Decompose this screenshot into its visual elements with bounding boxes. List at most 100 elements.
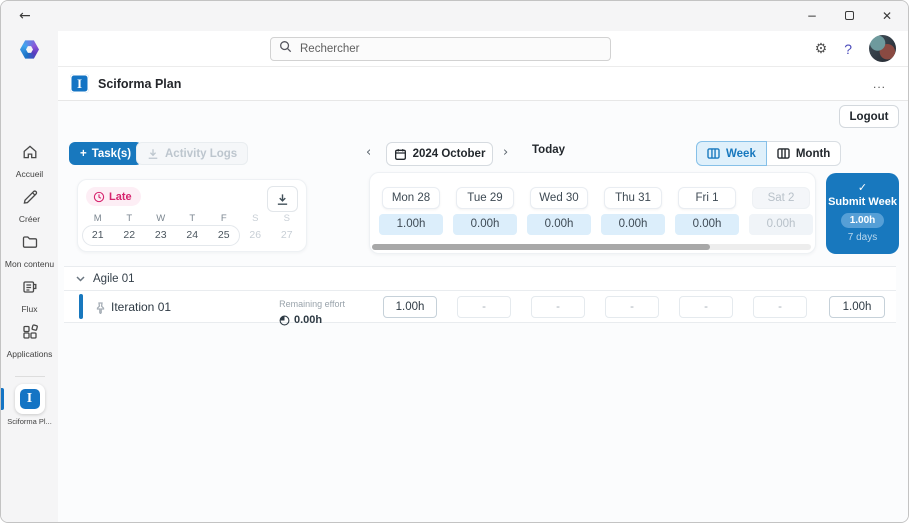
- plan-content: Logout + Task(s) Activity Logs ‹ 2024 Oc…: [58, 101, 908, 522]
- cal-date[interactable]: 26: [240, 229, 272, 241]
- period-picker-button[interactable]: 2024 October: [386, 142, 493, 166]
- cal-header: W: [156, 213, 166, 224]
- day-column-mon[interactable]: Mon 28 1.00h: [379, 187, 443, 235]
- pin-icon[interactable]: [95, 301, 106, 319]
- columns-icon: [707, 148, 720, 159]
- late-status-badge: Late: [86, 187, 141, 206]
- day-header: Thu 31: [604, 187, 662, 209]
- day-column-sat[interactable]: Sat 2 0.00h: [749, 187, 813, 235]
- day-column-tue[interactable]: Tue 29 0.00h: [453, 187, 517, 235]
- hours-cell-fri[interactable]: -: [679, 296, 733, 318]
- sidebar-item-accueil[interactable]: Accueil: [1, 143, 58, 188]
- sciforma-app-icon: I: [19, 389, 40, 409]
- settings-gear-icon[interactable]: ⚙: [815, 42, 828, 56]
- sidebar-item-applications[interactable]: Applications: [1, 323, 58, 368]
- pie-progress-icon: [279, 315, 290, 326]
- pencil-icon: [21, 188, 39, 211]
- previous-period-button[interactable]: ‹: [366, 144, 371, 162]
- hours-cell-wed[interactable]: -: [531, 296, 585, 318]
- logout-button[interactable]: Logout: [839, 105, 899, 128]
- home-icon: [21, 143, 39, 166]
- mini-calendar-dates: 21 22 23 24 25 26 27: [82, 229, 303, 241]
- hours-cell-thu[interactable]: -: [605, 296, 659, 318]
- day-header: Fri 1: [678, 187, 736, 209]
- day-column-thu[interactable]: Thu 31 0.00h: [601, 187, 665, 235]
- day-column-wed[interactable]: Wed 30 0.00h: [527, 187, 591, 235]
- sidebar-item-sciforma-app[interactable]: I Sciforma Pl...: [1, 384, 58, 426]
- m365-logo-icon[interactable]: [20, 40, 39, 59]
- clock-icon: [93, 191, 105, 203]
- feed-icon: [21, 278, 39, 301]
- task-name[interactable]: Iteration 01: [111, 300, 171, 314]
- mini-calendar-headers: M T W T F S S: [82, 213, 303, 224]
- month-view-button[interactable]: Month: [765, 141, 842, 166]
- sidebar-item-creer[interactable]: Créer: [1, 188, 58, 233]
- week-total-cell: 1.00h: [829, 296, 885, 318]
- week-view-button[interactable]: Week: [696, 141, 767, 166]
- search-box[interactable]: [270, 37, 611, 61]
- horizontal-scrollbar: [372, 244, 811, 250]
- submit-days-label: 7 days: [847, 232, 878, 243]
- apps-grid-icon: [21, 323, 39, 346]
- late-label: Late: [109, 190, 132, 203]
- chevron-down-icon: [76, 275, 85, 282]
- avatar[interactable]: [869, 35, 896, 62]
- sidebar-item-mon-contenu[interactable]: Mon contenu: [1, 233, 58, 278]
- task-row-iteration-01: Iteration 01 Remaining effort 0.00h 1.00…: [64, 291, 896, 326]
- calendar-icon: [394, 148, 407, 161]
- maximize-icon: [844, 11, 854, 20]
- cal-header: S: [252, 213, 259, 224]
- remaining-effort: Remaining effort 0.00h: [279, 294, 345, 326]
- submit-week-button[interactable]: ✓ Submit Week 1.00h 7 days: [826, 173, 899, 254]
- download-icon: [147, 148, 159, 160]
- app-header: I Sciforma Plan ...: [58, 67, 908, 101]
- back-button[interactable]: ←: [19, 9, 31, 23]
- check-icon: ✓: [857, 181, 868, 194]
- cal-date[interactable]: 22: [114, 229, 146, 241]
- cal-date[interactable]: 21: [82, 229, 114, 241]
- day-header: Mon 28: [382, 187, 440, 209]
- columns-icon: [777, 148, 790, 159]
- help-icon[interactable]: ?: [844, 42, 852, 56]
- cal-date[interactable]: 24: [177, 229, 209, 241]
- active-app-indicator: [1, 388, 4, 410]
- hours-cell-sat[interactable]: -: [753, 296, 807, 318]
- day-total: 1.00h: [379, 214, 443, 235]
- group-header-agile-01[interactable]: Agile 01: [64, 266, 896, 291]
- more-options-button[interactable]: ...: [873, 77, 886, 91]
- cal-header: M: [93, 213, 102, 224]
- cal-header: T: [189, 213, 196, 224]
- today-button[interactable]: Today: [532, 144, 565, 156]
- sidebar-item-label: Applications: [6, 349, 53, 359]
- hours-cell-tue[interactable]: -: [457, 296, 511, 318]
- next-period-button[interactable]: ›: [503, 144, 508, 162]
- page-title: Sciforma Plan: [98, 76, 182, 91]
- left-rail: Accueil Créer Mon contenu Flux Applicati…: [1, 31, 58, 522]
- week-days-card: Mon 28 1.00h Tue 29 0.00h Wed 30 0.00h T…: [369, 172, 816, 254]
- view-toggle: Week Month: [696, 141, 842, 166]
- remaining-effort-label: Remaining effort: [279, 299, 345, 309]
- day-header: Wed 30: [530, 187, 588, 209]
- export-download-button[interactable]: [267, 186, 298, 212]
- activity-logs-button[interactable]: Activity Logs: [136, 142, 249, 165]
- app-window: ← − ✕ Accueil Créer Mon contenu Flux App…: [0, 0, 909, 523]
- remaining-effort-value: 0.00h: [294, 314, 323, 326]
- add-task-button[interactable]: + Task(s): [69, 142, 143, 165]
- sciforma-app-tile: I: [14, 384, 45, 414]
- scrollbar-thumb[interactable]: [372, 244, 710, 250]
- search-input[interactable]: [300, 43, 602, 55]
- maximize-button[interactable]: [844, 10, 854, 22]
- sidebar-item-flux[interactable]: Flux: [1, 278, 58, 323]
- submit-week-label: Submit Week: [828, 196, 897, 208]
- sciforma-plan-icon: I: [70, 74, 89, 93]
- cal-date[interactable]: 23: [145, 229, 177, 241]
- search-icon: [279, 40, 292, 58]
- close-button[interactable]: ✕: [882, 10, 892, 22]
- cal-date[interactable]: 25: [208, 229, 240, 241]
- hours-cell-mon[interactable]: 1.00h: [383, 296, 437, 318]
- minimize-button[interactable]: −: [807, 10, 817, 22]
- rail-divider: [14, 376, 45, 377]
- sidebar-item-label: Sciforma Pl...: [7, 417, 52, 426]
- day-column-fri[interactable]: Fri 1 0.00h: [675, 187, 739, 235]
- cal-date[interactable]: 27: [271, 229, 303, 241]
